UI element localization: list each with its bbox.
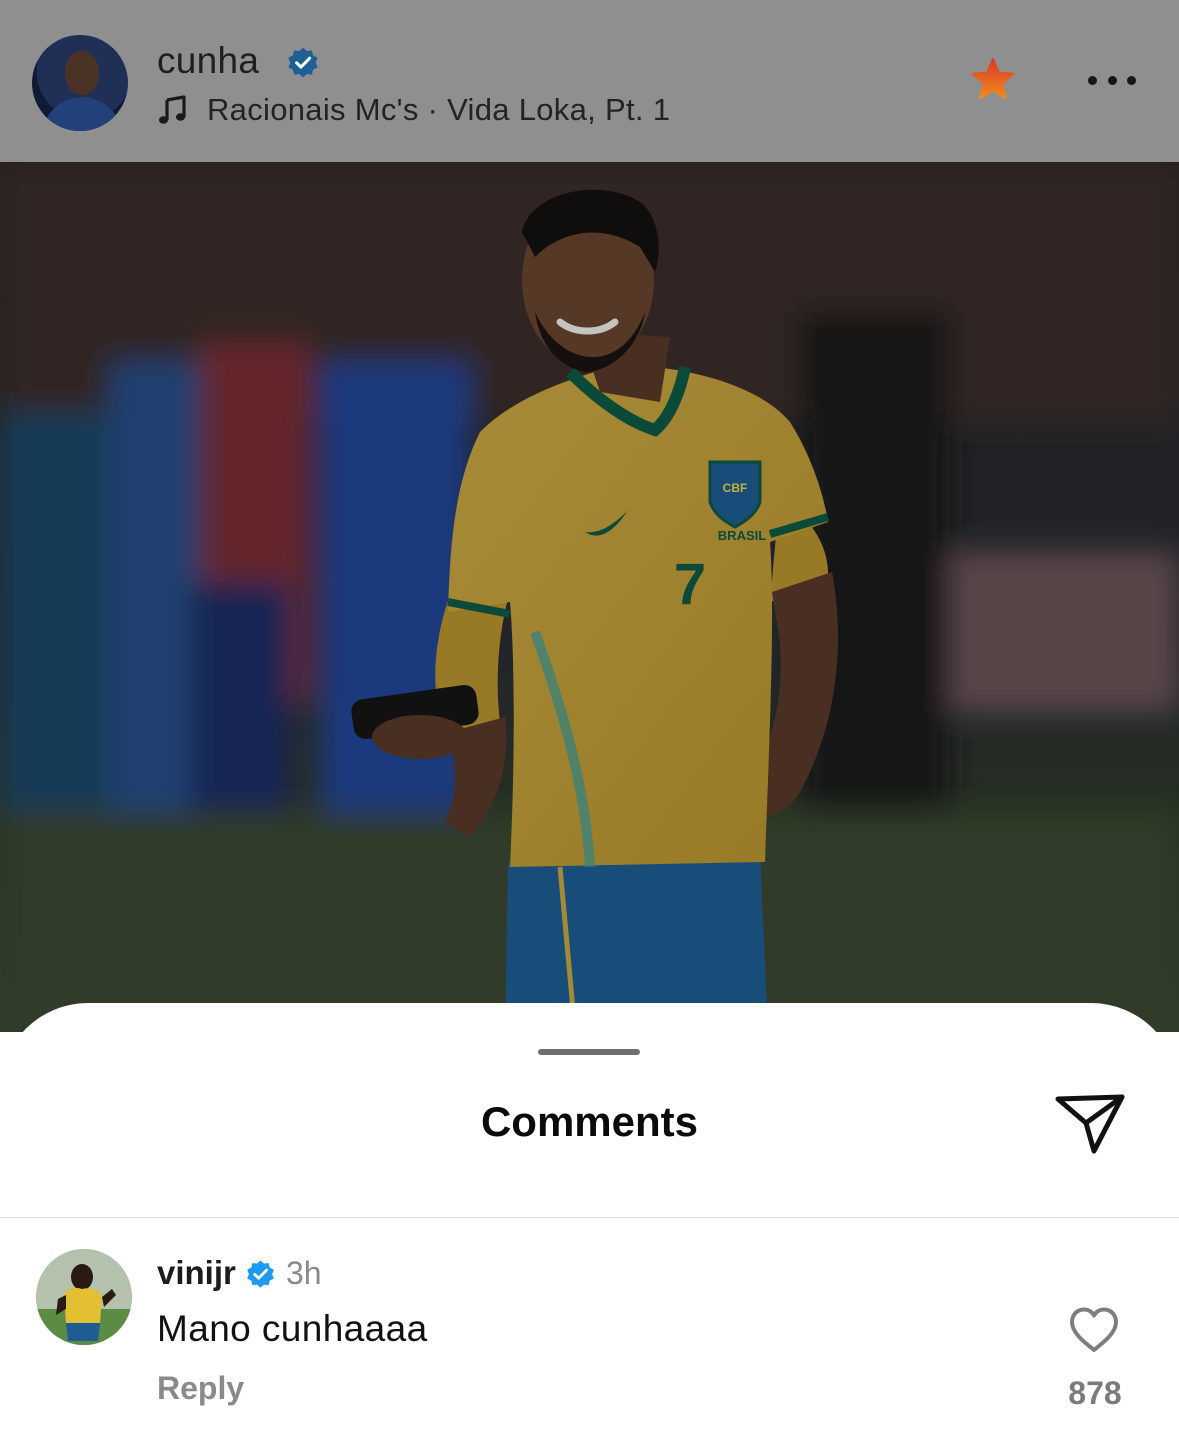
- send-icon[interactable]: [1054, 1091, 1126, 1157]
- player-photo: CBF BRASIL 7: [0, 162, 1179, 1032]
- comment-username[interactable]: vinijr: [157, 1254, 236, 1292]
- verified-badge-icon: [247, 1260, 274, 1288]
- like-count: 878: [1068, 1375, 1122, 1411]
- music-note-icon: [159, 95, 186, 124]
- sheet-grabber[interactable]: [538, 1049, 640, 1055]
- sheet-divider: [0, 1217, 1179, 1218]
- author-username[interactable]: cunha: [157, 40, 259, 82]
- star-icon[interactable]: [969, 56, 1017, 104]
- screen: cunha Racionais Mc's · Vida Loka, Pt. 1: [0, 0, 1179, 1435]
- author-avatar[interactable]: [32, 35, 128, 131]
- post-header: cunha Racionais Mc's · Vida Loka, Pt. 1: [0, 0, 1179, 162]
- reply-button[interactable]: Reply: [157, 1370, 244, 1407]
- verified-badge-icon: [288, 47, 318, 78]
- commenter-avatar[interactable]: [36, 1249, 132, 1345]
- more-options-icon[interactable]: [1084, 66, 1140, 94]
- comments-sheet: Comments vinijr 3h Mano cunhaaaa Reply 8…: [0, 1003, 1179, 1435]
- music-attribution[interactable]: Racionais Mc's · Vida Loka, Pt. 1: [157, 90, 670, 130]
- heart-icon[interactable]: [1068, 1306, 1120, 1354]
- sheet-title: Comments: [480, 1098, 699, 1145]
- comment-text: Mano cunhaaaa: [157, 1308, 428, 1349]
- post-image: CBF BRASIL 7: [0, 162, 1179, 1032]
- comment-time: 3h: [286, 1255, 322, 1291]
- music-title: Racionais Mc's · Vida Loka, Pt. 1: [207, 92, 671, 127]
